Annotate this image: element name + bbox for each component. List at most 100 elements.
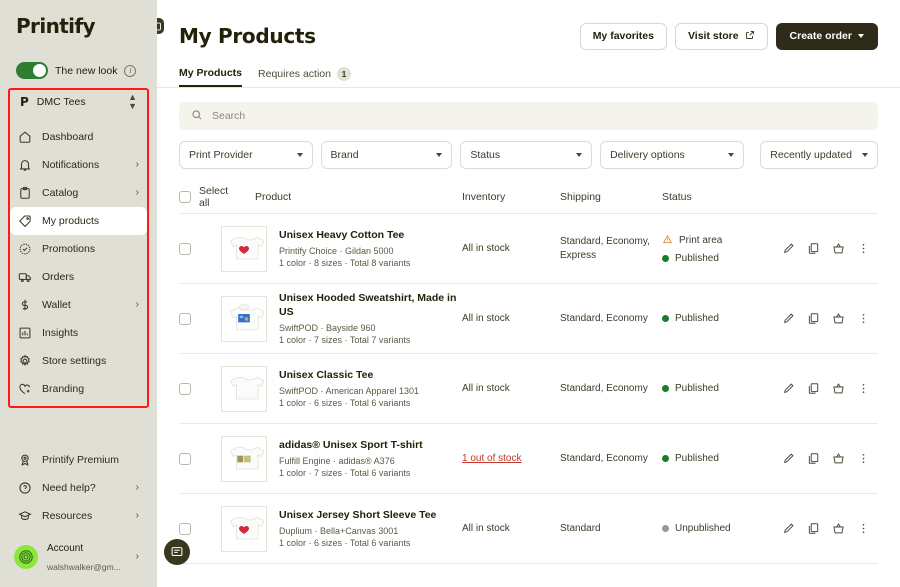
more-options-icon[interactable] bbox=[857, 522, 870, 535]
info-icon[interactable]: i bbox=[124, 64, 137, 77]
product-thumbnail[interactable] bbox=[221, 295, 267, 342]
my-favorites-button[interactable]: My favorites bbox=[579, 22, 667, 50]
table-row[interactable]: Unisex Classic Tee SwiftPOD · American A… bbox=[179, 354, 878, 424]
select-all-cell[interactable]: Select all bbox=[179, 185, 228, 209]
sidebar-item-branding[interactable]: Branding bbox=[10, 375, 147, 403]
row-checkbox[interactable] bbox=[179, 452, 191, 465]
edit-icon[interactable] bbox=[782, 312, 795, 325]
table-row[interactable]: Unisex Jersey Short Sleeve Tee Duplium ·… bbox=[179, 494, 878, 564]
product-title[interactable]: Unisex Heavy Cotton Tee bbox=[279, 228, 410, 242]
product-title[interactable]: Unisex Hooded Sweatshirt, Made in US bbox=[279, 291, 462, 319]
sidebar-item-dashboard[interactable]: Dashboard bbox=[10, 123, 147, 151]
duplicate-icon[interactable] bbox=[807, 312, 820, 325]
table-row[interactable]: Unisex Heavy Cotton Tee Printify Choice … bbox=[179, 214, 878, 284]
duplicate-icon[interactable] bbox=[807, 242, 820, 255]
duplicate-icon[interactable] bbox=[807, 522, 820, 535]
search-input[interactable]: Search bbox=[212, 110, 245, 122]
shipping-cell: Standard, Economy, Express bbox=[560, 235, 650, 261]
account-row[interactable]: Account walshwalker@gm... › bbox=[0, 534, 157, 579]
sidebar-item-orders[interactable]: Orders bbox=[10, 263, 147, 291]
topbar: My Products My favorites Visit store Cre… bbox=[157, 0, 900, 58]
add-to-cart-icon[interactable] bbox=[832, 382, 845, 395]
chevron-down-icon bbox=[576, 153, 583, 157]
filter-status[interactable]: Status bbox=[460, 141, 593, 169]
add-to-cart-icon[interactable] bbox=[832, 452, 845, 465]
product-meta: Unisex Jersey Short Sleeve Tee Duplium ·… bbox=[279, 508, 436, 549]
inventory-cell: All in stock bbox=[462, 523, 510, 534]
status-dot-icon bbox=[662, 455, 669, 462]
more-options-icon[interactable] bbox=[857, 312, 870, 325]
sidebar-item-insights[interactable]: Insights bbox=[10, 319, 147, 347]
inventory-cell[interactable]: 1 out of stock bbox=[462, 453, 560, 464]
sidebar-item-store-settings[interactable]: Store settings bbox=[10, 347, 147, 375]
duplicate-icon[interactable] bbox=[807, 452, 820, 465]
inventory-cell: All in stock bbox=[462, 383, 510, 394]
sidebar-item-label: Wallet bbox=[42, 299, 71, 311]
row-checkbox[interactable] bbox=[179, 382, 191, 395]
new-look-toggle[interactable] bbox=[16, 62, 48, 79]
heart-plus-icon bbox=[18, 382, 32, 396]
product-thumbnail[interactable] bbox=[221, 225, 267, 272]
product-thumbnail[interactable] bbox=[221, 365, 267, 412]
content-area: Search Print Provider Brand Status Deliv… bbox=[157, 88, 900, 564]
more-options-icon[interactable] bbox=[857, 452, 870, 465]
row-select-cell[interactable] bbox=[179, 452, 221, 465]
row-actions bbox=[782, 382, 878, 395]
add-to-cart-icon[interactable] bbox=[832, 522, 845, 535]
row-checkbox[interactable] bbox=[179, 242, 191, 255]
search-bar[interactable]: Search bbox=[179, 102, 878, 130]
product-thumbnail[interactable] bbox=[221, 505, 267, 552]
filter-delivery-options[interactable]: Delivery options bbox=[600, 141, 745, 169]
chat-bubble-icon[interactable] bbox=[164, 539, 190, 565]
page-title: My Products bbox=[179, 24, 316, 48]
edit-icon[interactable] bbox=[782, 382, 795, 395]
sidebar-collapse-icon[interactable] bbox=[157, 16, 166, 36]
more-options-icon[interactable] bbox=[857, 382, 870, 395]
add-to-cart-icon[interactable] bbox=[832, 312, 845, 325]
table-row[interactable]: Unisex Hooded Sweatshirt, Made in US Swi… bbox=[179, 284, 878, 354]
sidebar-item-printify-premium[interactable]: Printify Premium bbox=[10, 446, 147, 474]
sidebar-item-need-help[interactable]: Need help? › bbox=[10, 474, 147, 502]
sidebar-item-resources[interactable]: Resources › bbox=[10, 502, 147, 530]
edit-icon[interactable] bbox=[782, 242, 795, 255]
sidebar-item-catalog[interactable]: Catalog › bbox=[10, 179, 147, 207]
row-select-cell[interactable] bbox=[179, 312, 221, 325]
table-row[interactable]: adidas® Unisex Sport T-shirt Fulfill Eng… bbox=[179, 424, 878, 494]
row-select-cell[interactable] bbox=[179, 242, 221, 255]
status-published: Published bbox=[662, 313, 782, 324]
select-all-checkbox[interactable] bbox=[179, 190, 191, 203]
filter-print-provider[interactable]: Print Provider bbox=[179, 141, 313, 169]
filter-brand[interactable]: Brand bbox=[320, 141, 453, 169]
store-switcher[interactable]: P DMC Tees ▲ ▼ bbox=[12, 89, 145, 115]
product-title[interactable]: Unisex Jersey Short Sleeve Tee bbox=[279, 508, 436, 522]
product-title[interactable]: adidas® Unisex Sport T-shirt bbox=[279, 438, 423, 452]
row-checkbox[interactable] bbox=[179, 312, 191, 325]
tab-requires-action[interactable]: Requires action 1 bbox=[258, 67, 351, 87]
sidebar-item-my-products[interactable]: My products bbox=[10, 207, 147, 235]
visit-store-button[interactable]: Visit store bbox=[674, 22, 768, 50]
sidebar-item-notifications[interactable]: Notifications › bbox=[10, 151, 147, 179]
row-select-cell[interactable] bbox=[179, 382, 221, 395]
sidebar-item-wallet[interactable]: Wallet › bbox=[10, 291, 147, 319]
filter-sort-order[interactable]: Recently updated bbox=[760, 141, 878, 169]
sidebar-item-promotions[interactable]: Promotions bbox=[10, 235, 147, 263]
tab-my-products[interactable]: My Products bbox=[179, 67, 243, 87]
duplicate-icon[interactable] bbox=[807, 382, 820, 395]
add-to-cart-icon[interactable] bbox=[832, 242, 845, 255]
medal-icon bbox=[18, 453, 32, 467]
edit-icon[interactable] bbox=[782, 452, 795, 465]
product-variants: 1 color · 8 sizes · Total 8 variants bbox=[279, 258, 411, 269]
product-thumbnail[interactable] bbox=[221, 435, 267, 482]
new-look-toggle-row[interactable]: The new look i bbox=[0, 48, 157, 89]
inventory-warning-link[interactable]: 1 out of stock bbox=[462, 453, 521, 464]
more-options-icon[interactable] bbox=[857, 242, 870, 255]
product-title[interactable]: Unisex Classic Tee bbox=[279, 368, 419, 382]
row-checkbox[interactable] bbox=[179, 522, 191, 535]
sidebar-bottom: Printify Premium Need help? › Resources … bbox=[0, 446, 157, 587]
chart-icon bbox=[18, 326, 32, 340]
printify-logo[interactable]: Printify bbox=[16, 14, 157, 38]
product-variants: 1 color · 7 sizes · Total 6 variants bbox=[279, 468, 411, 479]
edit-icon[interactable] bbox=[782, 522, 795, 535]
create-order-button[interactable]: Create order bbox=[775, 22, 878, 50]
row-select-cell[interactable] bbox=[179, 522, 221, 535]
